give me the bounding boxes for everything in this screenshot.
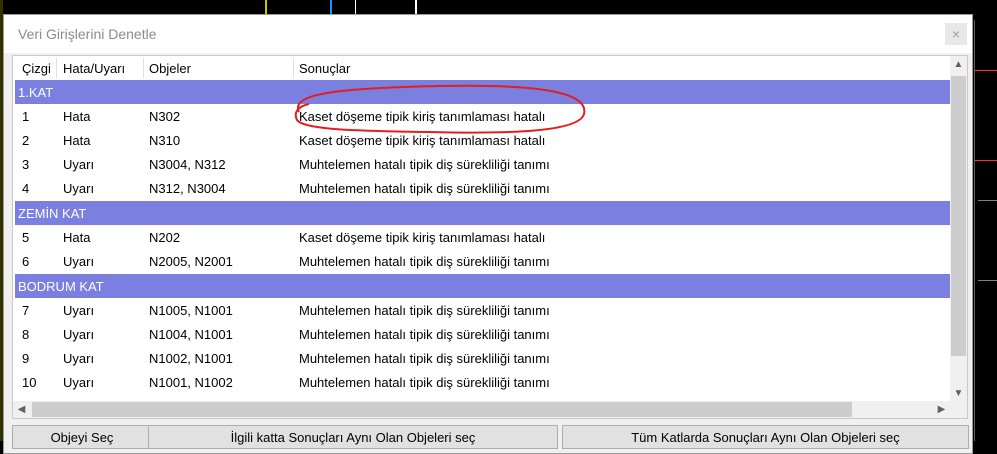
table-row[interactable]: 9 Uyarı N1002, N1001 Muhtelemen hatalı t… (13, 346, 951, 370)
dialog-title: Veri Girişlerini Denetle (18, 26, 157, 42)
table-row[interactable]: 7 Uyarı N1005, N1001 Muhtelemen hatalı t… (13, 298, 951, 322)
horizontal-scroll-thumb[interactable] (32, 402, 852, 417)
vertical-scrollbar[interactable]: ▲ ▼ (950, 56, 967, 402)
column-header-line[interactable]: Çizgi (22, 61, 51, 76)
group-header-zemin-kat[interactable]: ZEMİN KAT (15, 201, 951, 225)
table-row[interactable]: 2 Hata N310 Kaset döşeme tipik kiriş tan… (13, 128, 951, 152)
vertical-scroll-thumb[interactable] (951, 76, 966, 356)
scroll-left-icon[interactable]: ◀ (13, 401, 30, 418)
close-button[interactable]: × (945, 23, 967, 45)
group-header-bodrum-kat[interactable]: BODRUM KAT (15, 274, 951, 298)
table-row[interactable]: 8 Uyarı N1004, N1001 Muhtelemen hatalı t… (13, 322, 951, 346)
column-header-results[interactable]: Sonuçlar (299, 61, 350, 76)
table-row[interactable]: 10 Uyarı N1001, N1002 Muhtelemen hatalı … (13, 370, 951, 394)
close-icon: × (951, 26, 961, 42)
select-object-button[interactable]: Objeyi Seç (12, 425, 152, 449)
table-row[interactable]: 1 Hata N302 Kaset döşeme tipik kiriş tan… (13, 104, 951, 128)
table-row[interactable]: 4 Uyarı N312, N3004 Muhtelemen hatalı ti… (13, 176, 951, 200)
results-list[interactable]: Çizgi Hata/Uyarı Objeler Sonuçlar 1.KAT … (12, 55, 968, 419)
horizontal-scrollbar[interactable]: ◀ ▶ (13, 401, 967, 418)
table-row[interactable]: 5 Hata N202 Kaset döşeme tipik kiriş tan… (13, 225, 951, 249)
table-row[interactable]: 3 Uyarı N3004, N312 Muhtelemen hatalı ti… (13, 152, 951, 176)
select-all-floors-button[interactable]: Tüm Katlarda Sonuçları Aynı Olan Objeler… (562, 425, 969, 449)
table-row[interactable]: 6 Uyarı N2005, N2001 Muhtelemen hatalı t… (13, 249, 951, 273)
column-header-type[interactable]: Hata/Uyarı (63, 61, 125, 76)
select-same-floor-button[interactable]: İlgili katta Sonuçları Aynı Olan Objeler… (148, 425, 558, 449)
scroll-down-icon[interactable]: ▼ (950, 385, 967, 402)
scroll-up-icon[interactable]: ▲ (950, 56, 967, 73)
column-header-objects[interactable]: Objeler (149, 61, 191, 76)
dialog-titlebar[interactable]: Veri Girişlerini Denetle × (4, 15, 972, 53)
check-inputs-dialog: Veri Girişlerini Denetle × Çizgi Hata/Uy… (3, 14, 973, 454)
scroll-right-icon[interactable]: ▶ (933, 401, 950, 418)
group-header-1kat[interactable]: 1.KAT (15, 80, 951, 104)
list-header: Çizgi Hata/Uyarı Objeler Sonuçlar (13, 56, 951, 80)
